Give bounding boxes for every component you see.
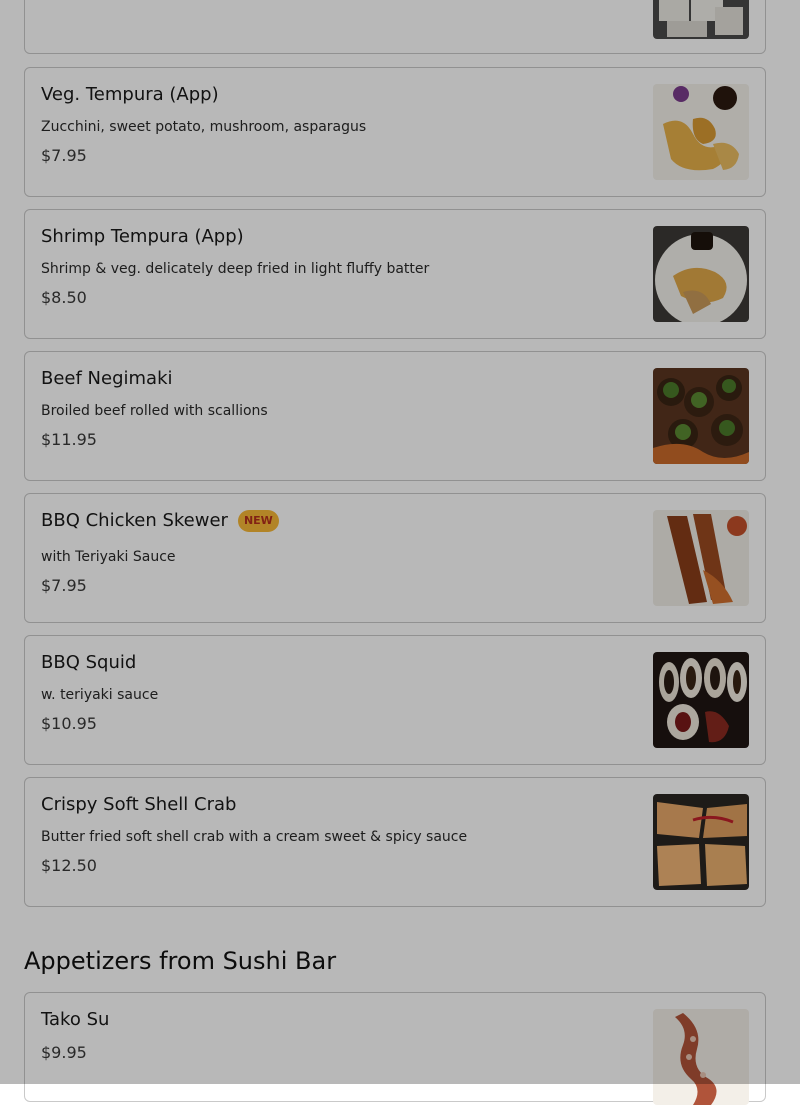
- modal-backdrop-overlay[interactable]: [0, 0, 800, 1084]
- menu-page: Veg. Tempura (App) Zucchini, sweet potat…: [0, 0, 800, 1105]
